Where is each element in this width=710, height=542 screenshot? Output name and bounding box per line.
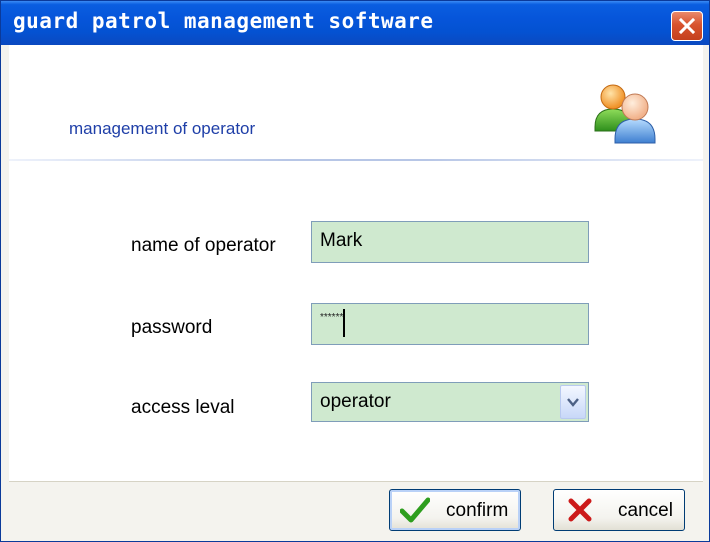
- cancel-label: cancel: [618, 500, 673, 521]
- access-level-label: access leval: [131, 397, 235, 418]
- dialog-window: guard patrol management software managem…: [0, 0, 710, 542]
- password-mask: ******: [320, 312, 344, 323]
- cross-icon: [568, 498, 592, 522]
- confirm-button[interactable]: confirm: [389, 489, 521, 531]
- text-caret: [343, 308, 346, 337]
- window-title: guard patrol management software: [13, 9, 434, 33]
- access-level-value: operator: [320, 391, 391, 412]
- name-label: name of operator: [131, 235, 276, 256]
- title-bar[interactable]: guard patrol management software: [1, 1, 709, 45]
- dialog-header: management of operator: [9, 45, 703, 157]
- access-level-select[interactable]: operator: [311, 382, 589, 422]
- dialog-content: management of operator name of operator …: [9, 45, 703, 538]
- header-divider: [9, 159, 703, 161]
- password-input[interactable]: ******: [311, 303, 589, 345]
- header-title: management of operator: [69, 119, 256, 138]
- confirm-label: confirm: [446, 500, 509, 521]
- chevron-down-icon: [567, 398, 579, 407]
- cancel-button[interactable]: cancel: [553, 489, 685, 531]
- users-icon: [594, 84, 656, 144]
- password-label: password: [131, 317, 213, 338]
- close-icon: [679, 18, 695, 34]
- name-input[interactable]: Mark: [311, 221, 589, 263]
- button-bar: confirm cancel: [9, 481, 703, 538]
- checkmark-icon: [400, 497, 430, 523]
- dropdown-button[interactable]: [560, 385, 586, 419]
- close-button[interactable]: [671, 11, 703, 41]
